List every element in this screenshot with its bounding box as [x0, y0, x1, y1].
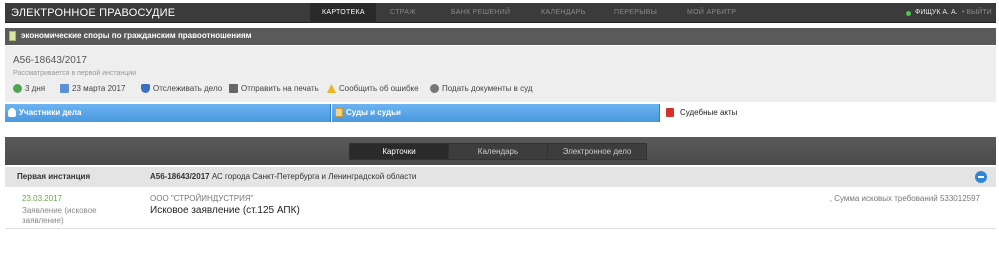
- report-error-label: Сообщить об ошибке: [339, 84, 419, 93]
- printer-icon: [229, 84, 238, 93]
- shield-icon: [141, 84, 150, 93]
- report-error-button[interactable]: Сообщить об ошибке: [327, 84, 419, 93]
- instance-court: АС города Санкт-Петербурга и Ленинградск…: [211, 172, 417, 181]
- court-icon: [335, 108, 343, 117]
- case-tabs: Участники дела Суды и судьи Судебные акт…: [5, 104, 996, 122]
- submit-documents-label: Подать документы в суд: [442, 84, 533, 93]
- hearing-date-label: 23 марта 2017: [72, 84, 126, 93]
- document-organization: ООО "СТРОЙИНДУСТРИЯ": [150, 194, 254, 203]
- document-type: Заявление (исковое заявление): [22, 206, 97, 225]
- document-title-link[interactable]: Исковое заявление (ст.125 АПК): [150, 205, 300, 216]
- gear-icon: [430, 84, 439, 93]
- top-navigation-bar: ЭЛЕКТРОННОЕ ПРАВОСУДИЕ КАРТОТЕКА СТРАЖ Б…: [5, 3, 996, 23]
- clock-icon: [13, 84, 22, 93]
- hearing-date[interactable]: 23 марта 2017: [60, 84, 125, 93]
- tab-courts-judges[interactable]: Суды и судьи: [332, 104, 660, 122]
- document-date[interactable]: 23.03.2017: [22, 194, 62, 203]
- case-category-label: экономические споры по гражданским право…: [21, 31, 252, 40]
- tab-participants-label: Участники дела: [19, 108, 82, 117]
- segment-cards[interactable]: Карточки: [349, 143, 449, 160]
- days-counter[interactable]: 3 дня: [13, 84, 45, 93]
- case-status: Рассматривается в первой инстанции: [13, 70, 137, 77]
- segment-electronic-case[interactable]: Электронное дело: [547, 143, 647, 160]
- tab-courts-judges-label: Суды и судьи: [346, 108, 401, 117]
- nav-pereryvy[interactable]: ПЕРЕРЫВЫ: [614, 9, 657, 16]
- case-number: А56-18643/2017: [13, 55, 87, 66]
- track-case-label: Отслеживать дело: [153, 84, 223, 93]
- print-button[interactable]: Отправить на печать: [229, 84, 319, 93]
- nav-moy-arbitr[interactable]: МОЙ АРБИТР: [687, 9, 736, 16]
- print-label: Отправить на печать: [241, 84, 319, 93]
- calendar-icon: [60, 84, 69, 93]
- submit-documents-button[interactable]: Подать документы в суд: [430, 84, 533, 93]
- brand-title[interactable]: ЭЛЕКТРОННОЕ ПРАВОСУДИЕ: [11, 7, 175, 19]
- nav-kartoteka[interactable]: КАРТОТЕКА: [322, 9, 365, 16]
- tab-participants[interactable]: Участники дела: [5, 104, 331, 122]
- instance-header[interactable]: Первая инстанция А56-18643/2017 АС город…: [5, 167, 996, 187]
- online-status-icon: [906, 11, 911, 16]
- warning-icon: [327, 84, 336, 93]
- view-switcher-panel: Карточки Календарь Электронное дело: [5, 137, 996, 165]
- pdf-icon: [666, 108, 674, 117]
- nav-calendar[interactable]: КАЛЕНДАРЬ: [541, 9, 586, 16]
- logout-link[interactable]: • ВЫЙТИ: [962, 9, 992, 16]
- instance-label: Первая инстанция: [17, 172, 91, 181]
- days-counter-label: 3 дня: [25, 84, 46, 93]
- claim-sum: , Сумма исковых требований 533012597: [829, 194, 980, 203]
- track-case-button[interactable]: Отслеживать дело: [141, 84, 222, 93]
- instance-case: А56-18643/2017 АС города Санкт-Петербург…: [150, 172, 416, 181]
- document-icon: [9, 31, 16, 41]
- collapse-icon[interactable]: [975, 171, 987, 183]
- nav-bank-resheniy[interactable]: БАНК РЕШЕНИЙ: [451, 9, 510, 16]
- nav-strazh[interactable]: СТРАЖ: [390, 9, 416, 16]
- user-name[interactable]: ФИЩУК А. А.: [915, 9, 958, 16]
- document-row: 23.03.2017 Заявление (исковое заявление)…: [5, 189, 996, 229]
- instance-case-number: А56-18643/2017: [150, 172, 210, 181]
- tab-court-acts[interactable]: Судебные акты: [661, 104, 996, 122]
- tab-court-acts-label: Судебные акты: [680, 108, 738, 117]
- users-icon: [8, 108, 16, 117]
- segment-calendar[interactable]: Календарь: [448, 143, 548, 160]
- case-header: А56-18643/2017 Рассматривается в первой …: [5, 46, 996, 102]
- case-category-bar: экономические споры по гражданским право…: [5, 28, 996, 45]
